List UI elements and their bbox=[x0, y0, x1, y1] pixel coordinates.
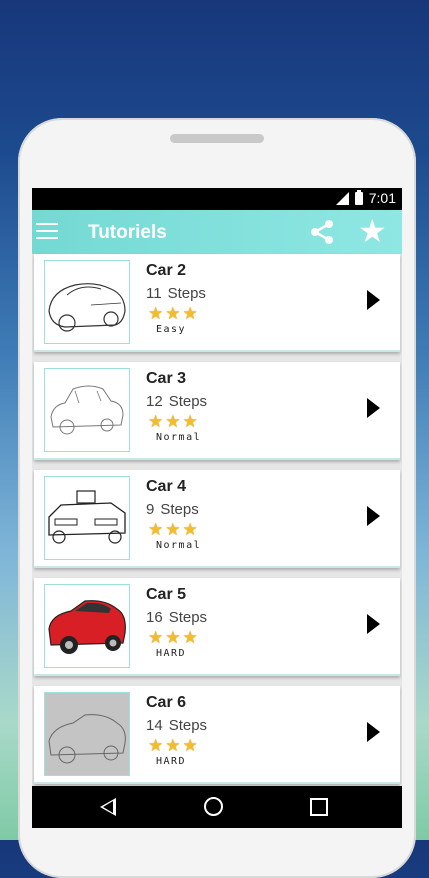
play-arrow-icon[interactable] bbox=[367, 722, 380, 742]
difficulty-label: HARD bbox=[156, 648, 187, 659]
status-time: 7:01 bbox=[368, 190, 396, 206]
item-steps: 9 Steps bbox=[146, 501, 199, 518]
item-title: Car 4 bbox=[146, 478, 187, 495]
status-icons: 7:01 bbox=[335, 189, 396, 206]
hamburger-menu-icon[interactable] bbox=[36, 223, 58, 239]
toolbar-title: Tutoriels bbox=[88, 222, 167, 243]
rating-stars: ★★★ bbox=[148, 628, 200, 647]
car-5-thumbnail bbox=[44, 584, 130, 668]
tutorial-list: Car 2 11 Steps ★★★ Easy Car 3 12 Steps ★… bbox=[32, 254, 402, 786]
battery-icon bbox=[354, 189, 363, 205]
item-title: Car 5 bbox=[146, 586, 187, 603]
difficulty-label: Normal bbox=[156, 432, 202, 443]
back-icon[interactable] bbox=[100, 798, 116, 816]
play-arrow-icon[interactable] bbox=[367, 290, 380, 310]
phone-speaker bbox=[170, 134, 264, 143]
rating-stars: ★★★ bbox=[148, 304, 200, 323]
signal-icon bbox=[335, 191, 349, 205]
app-screen: 7:01 Tutoriels ★ Car 2 11 Steps ★★★ Easy… bbox=[32, 188, 402, 828]
app-toolbar: Tutoriels ★ bbox=[32, 210, 402, 254]
item-steps: 11 Steps bbox=[146, 285, 206, 302]
item-steps: 16 Steps bbox=[146, 609, 208, 626]
item-steps: 14 Steps bbox=[146, 717, 208, 734]
item-title: Car 2 bbox=[146, 262, 187, 279]
status-bar: 7:01 bbox=[32, 188, 402, 210]
item-title: Car 6 bbox=[146, 694, 187, 711]
car-6-thumbnail bbox=[44, 692, 130, 776]
share-icon[interactable] bbox=[308, 218, 336, 246]
item-steps: 12 Steps bbox=[146, 393, 208, 410]
list-item[interactable]: Car 4 9 Steps ★★★ Normal bbox=[34, 470, 400, 568]
rating-stars: ★★★ bbox=[148, 412, 200, 431]
car-4-thumbnail bbox=[44, 476, 130, 560]
phone-frame: 7:01 Tutoriels ★ Car 2 11 Steps ★★★ Easy… bbox=[18, 118, 416, 878]
rating-stars: ★★★ bbox=[148, 520, 200, 539]
item-title: Car 3 bbox=[146, 370, 187, 387]
difficulty-label: HARD bbox=[156, 756, 187, 767]
car-2-thumbnail bbox=[44, 260, 130, 344]
play-arrow-icon[interactable] bbox=[367, 398, 380, 418]
car-3-thumbnail bbox=[44, 368, 130, 452]
home-icon[interactable] bbox=[204, 797, 223, 816]
list-item[interactable]: Car 6 14 Steps ★★★ HARD bbox=[34, 686, 400, 784]
list-item[interactable]: Car 5 16 Steps ★★★ HARD bbox=[34, 578, 400, 676]
recent-apps-icon[interactable] bbox=[310, 798, 328, 816]
difficulty-label: Normal bbox=[156, 540, 202, 551]
navigation-bar bbox=[32, 786, 402, 828]
favorite-star-icon[interactable]: ★ bbox=[358, 215, 387, 247]
play-arrow-icon[interactable] bbox=[367, 506, 380, 526]
difficulty-label: Easy bbox=[156, 324, 187, 335]
list-item[interactable]: Car 2 11 Steps ★★★ Easy bbox=[34, 254, 400, 352]
rating-stars: ★★★ bbox=[148, 736, 200, 755]
play-arrow-icon[interactable] bbox=[367, 614, 380, 634]
list-item[interactable]: Car 3 12 Steps ★★★ Normal bbox=[34, 362, 400, 460]
